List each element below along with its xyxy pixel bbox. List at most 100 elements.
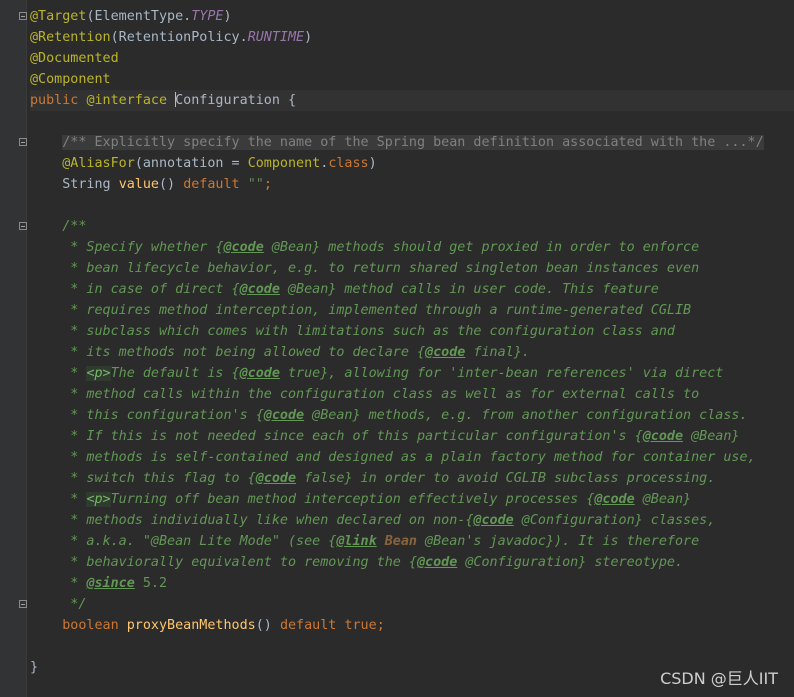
annotation-token: @Retention	[30, 30, 111, 45]
javadoc-tag: @link	[336, 534, 377, 549]
method-token: value	[118, 177, 159, 192]
javadoc-text: * Specify whether {	[62, 240, 224, 255]
javadoc-text: @Bean}	[683, 429, 740, 444]
gutter-separator	[26, 0, 27, 697]
code-line: @AliasFor(annotation = Component.class)	[30, 153, 794, 174]
javadoc-text: * method calls within the configuration …	[62, 387, 700, 402]
code-line: * methods individually like when declare…	[30, 510, 794, 531]
javadoc-text: * methods is self-contained and designed…	[62, 450, 756, 465]
code-token: }	[30, 660, 39, 675]
keyword-token: default	[279, 618, 345, 633]
code-line: * If this is not needed since each of th…	[30, 426, 794, 447]
javadoc-text: * methods individually like when declare…	[62, 513, 474, 528]
javadoc-tag: @code	[416, 555, 458, 570]
javadoc-text: true}, allowing for 'inter-bean referenc…	[279, 366, 724, 381]
code-line: * subclass which comes with limitations …	[30, 321, 794, 342]
watermark: CSDN @巨人IIT	[660, 669, 778, 688]
string-token: ""	[247, 177, 264, 192]
code-line: boolean proxyBeanMethods() default true;	[30, 615, 794, 636]
javadoc-text: * a.k.a. "@Bean Lite Mode" (see {	[62, 534, 337, 549]
constant-token: TYPE	[191, 9, 224, 24]
annotation-token: @Target	[30, 9, 87, 24]
javadoc-text: @Configuration} classes,	[513, 513, 716, 528]
javadoc-text: @Bean's javadoc}). It is therefore	[416, 534, 700, 549]
code-line: String value() default "";	[30, 174, 794, 195]
code-line: /**	[30, 216, 794, 237]
code-token: (ElementType.	[86, 9, 192, 24]
javadoc-text: *	[62, 492, 87, 507]
code-line: @Retention(RetentionPolicy.RUNTIME)	[30, 27, 794, 48]
javadoc-tag: @code	[473, 513, 514, 528]
fold-toggle-icon[interactable]	[19, 12, 27, 20]
javadoc-text: final}.	[465, 345, 530, 360]
javadoc-text: Turning off bean method interception eff…	[110, 492, 595, 507]
type-token: String	[62, 177, 119, 192]
code-line: * Specify whether {@code @Bean} methods …	[30, 237, 794, 258]
javadoc-text: @Configuration} stereotype.	[457, 555, 684, 570]
keyword-token: boolean	[62, 618, 127, 633]
class-name-token: Configuration	[175, 93, 280, 108]
keyword-token: class	[328, 156, 369, 171]
javadoc-tag: @code	[255, 471, 297, 486]
javadoc-text: *	[62, 366, 87, 381]
code-line: * methods is self-contained and designed…	[30, 447, 794, 468]
javadoc-tag: @code	[239, 366, 280, 381]
javadoc-text: *	[62, 576, 87, 591]
javadoc-text: * its methods not being allowed to decla…	[62, 345, 426, 360]
javadoc-text: * bean lifecycle behavior, e.g. to retur…	[62, 261, 700, 276]
code-token: ;	[263, 177, 272, 192]
folded-javadoc[interactable]: /** Explicitly specify the name of the S…	[62, 135, 764, 150]
javadoc-html-tag: <p>	[86, 366, 111, 381]
javadoc-text	[377, 534, 385, 549]
code-line: * behaviorally equivalent to removing th…	[30, 552, 794, 573]
code-line: * its methods not being allowed to decla…	[30, 342, 794, 363]
code-line-current: public @interface Configuration {	[30, 90, 794, 111]
javadoc-text: * this configuration's {	[62, 408, 264, 423]
code-token: {	[279, 93, 297, 108]
javadoc-tag: @since	[86, 576, 135, 591]
code-line: * bean lifecycle behavior, e.g. to retur…	[30, 258, 794, 279]
javadoc-tag: @code	[239, 282, 280, 297]
javadoc-text: @Bean}	[634, 492, 692, 507]
javadoc-text: false} in order to avoid CGLIB subclass …	[296, 471, 716, 486]
code-line: * this configuration's {@code @Bean} met…	[30, 405, 794, 426]
code-token: ()	[159, 177, 184, 192]
code-token: )	[223, 9, 232, 24]
javadoc-tag: @code	[263, 408, 305, 423]
code-line: /** Explicitly specify the name of the S…	[30, 132, 794, 153]
code-line: @Documented	[30, 48, 794, 69]
constant-token: RUNTIME	[247, 30, 305, 45]
code-token: )	[368, 156, 377, 171]
code-editor[interactable]: @Target(ElementType.TYPE) @Retention(Ret…	[30, 6, 794, 678]
javadoc-text: * in case of direct {	[62, 282, 240, 297]
code-line: * method calls within the configuration …	[30, 384, 794, 405]
method-token: proxyBeanMethods	[126, 618, 256, 633]
javadoc-text: @Bean} methods, e.g. from another config…	[304, 408, 748, 423]
javadoc-html-tag: <p>	[86, 492, 111, 507]
fold-toggle-icon[interactable]	[19, 138, 27, 146]
keyword-token: true	[344, 618, 377, 633]
code-line: * @since 5.2	[30, 573, 794, 594]
javadoc-text: @Bean} method calls in user code. This f…	[279, 282, 659, 297]
javadoc-text: * behaviorally equivalent to removing th…	[62, 555, 417, 570]
fold-toggle-icon[interactable]	[19, 222, 27, 230]
keyword-token: default	[183, 177, 248, 192]
code-line: * switch this flag to {@code false} in o…	[30, 468, 794, 489]
javadoc-text: The default is {	[110, 366, 240, 381]
code-token: (annotation =	[134, 156, 248, 171]
fold-toggle-icon[interactable]	[19, 600, 27, 608]
javadoc-link-ref[interactable]: Bean	[385, 534, 417, 549]
code-line: */	[30, 594, 794, 615]
javadoc-text: * If this is not needed since each of th…	[62, 429, 643, 444]
javadoc-text: 5.2	[134, 576, 168, 591]
code-line: * requires method interception, implemen…	[30, 300, 794, 321]
javadoc-tag: @code	[223, 240, 264, 255]
editor-gutter	[0, 0, 26, 697]
code-line: @Component	[30, 69, 794, 90]
javadoc-text: * subclass which comes with limitations …	[62, 324, 675, 339]
code-token: (RetentionPolicy.	[110, 30, 248, 45]
code-line: * in case of direct {@code @Bean} method…	[30, 279, 794, 300]
